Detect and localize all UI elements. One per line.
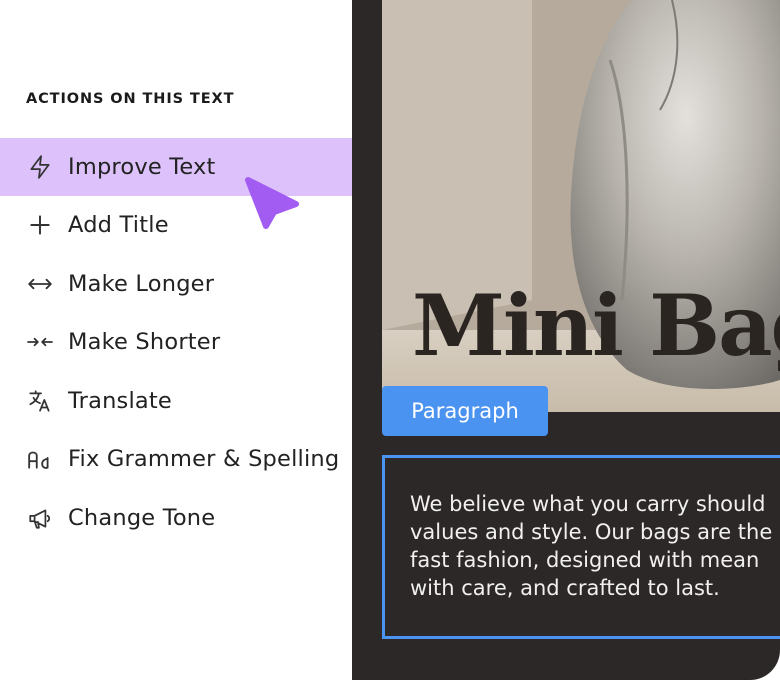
- menu-item-fix-grammar[interactable]: Fix Grammer & Spelling: [0, 430, 352, 488]
- paragraph-line: We believe what you carry should: [410, 492, 766, 516]
- menu-item-label: Fix Grammer & Spelling: [68, 446, 340, 472]
- arrows-inward-icon: [26, 328, 54, 356]
- plus-icon: [26, 211, 54, 239]
- menu-item-make-longer[interactable]: Make Longer: [0, 255, 352, 313]
- menu-item-label: Add Title: [68, 212, 169, 238]
- menu-item-label: Translate: [68, 388, 172, 414]
- pointer-cursor-icon: [245, 177, 299, 229]
- paragraph-tag: Paragraph: [382, 386, 548, 436]
- menu-item-translate[interactable]: Translate: [0, 372, 352, 430]
- menu-item-label: Improve Text: [68, 154, 216, 180]
- canvas-heading[interactable]: Mini Bags: [412, 276, 780, 375]
- paragraph-line: values and style. Our bags are the: [410, 520, 773, 544]
- lightning-icon: [26, 153, 54, 181]
- paragraph-text[interactable]: We believe what you carry should values …: [410, 490, 780, 602]
- design-canvas: Mini Bags Paragraph We believe what you …: [352, 0, 780, 680]
- font-aa-icon: [26, 445, 54, 473]
- translate-icon: [26, 387, 54, 415]
- paragraph-line: fast fashion, designed with mean: [410, 548, 760, 572]
- menu-heading: ACTIONS ON THIS TEXT: [26, 91, 235, 107]
- menu-item-label: Make Shorter: [68, 329, 221, 355]
- menu-item-change-tone[interactable]: Change Tone: [0, 489, 352, 547]
- paragraph-line: with care, and crafted to last.: [410, 576, 720, 600]
- actions-menu: ACTIONS ON THIS TEXT Improve Text Add Ti…: [0, 0, 352, 680]
- menu-item-label: Change Tone: [68, 505, 216, 531]
- menu-item-make-shorter[interactable]: Make Shorter: [0, 313, 352, 371]
- arrows-horizontal-icon: [26, 270, 54, 298]
- menu-item-label: Make Longer: [68, 271, 215, 297]
- megaphone-icon: [26, 504, 54, 532]
